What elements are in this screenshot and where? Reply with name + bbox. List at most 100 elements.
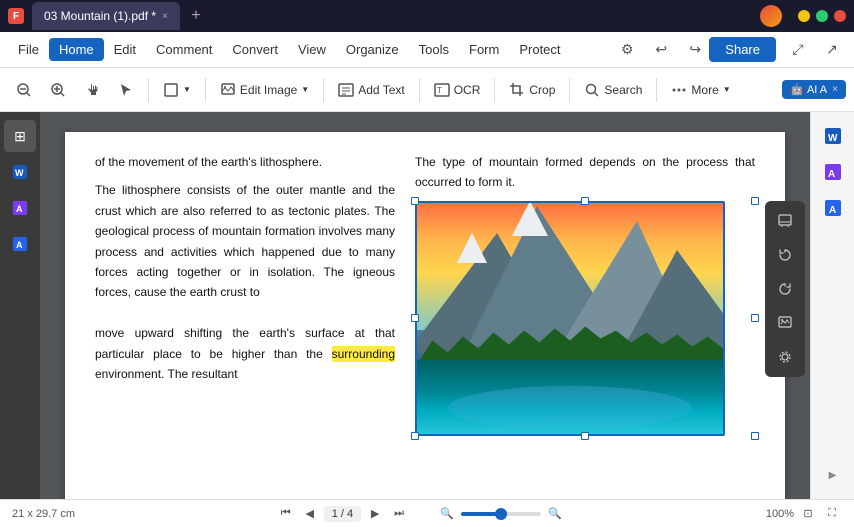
handle-top-left[interactable] — [411, 197, 419, 205]
main-area: ⊞ W A A of the movemen — [0, 112, 854, 499]
img-tool-rotate-ccw[interactable] — [769, 239, 801, 271]
sidebar-icon-ai1[interactable]: A — [4, 192, 36, 224]
menu-action-icons: ⚙ ↩ ↪ — [613, 36, 709, 64]
active-tab[interactable]: 03 Mountain (1).pdf * × — [32, 2, 180, 30]
img-tool-replace[interactable] — [769, 307, 801, 339]
pdf-image-container[interactable] — [415, 201, 755, 436]
add-text-button[interactable]: Add Text — [330, 77, 412, 103]
menu-tab-comment[interactable]: Comment — [146, 38, 222, 61]
menu-icon-redo[interactable]: ↪ — [681, 36, 709, 64]
more-dropdown-icon: ▼ — [723, 85, 731, 94]
img-tool-edit[interactable] — [769, 205, 801, 237]
search-button[interactable]: Search — [576, 77, 650, 103]
close-icon[interactable]: × — [162, 11, 168, 22]
sidebar-icon-ai2[interactable]: A — [4, 228, 36, 260]
page-next-button[interactable]: ▶ — [365, 504, 385, 524]
settings-icon — [778, 350, 792, 364]
handle-bottom-right[interactable] — [751, 432, 759, 440]
pdf-text-left: of the movement of the earth's lithosphe… — [95, 152, 395, 499]
pdf-viewer[interactable]: of the movement of the earth's lithosphe… — [40, 112, 810, 499]
handle-top-mid[interactable] — [581, 197, 589, 205]
ai-label: AI A — [807, 84, 827, 96]
sidebar-icon-word[interactable]: W — [4, 156, 36, 188]
menu-tab-organize[interactable]: Organize — [336, 38, 409, 61]
crop-label: Crop — [529, 83, 555, 97]
pdf-text-bottom: move upward shifting the earth's surface… — [95, 323, 395, 384]
menu-icon-extra2[interactable]: ↗ — [818, 36, 846, 64]
handle-bottom-left[interactable] — [411, 432, 419, 440]
page-prev-button[interactable]: ◀ — [300, 504, 320, 524]
menu-icon-extra1[interactable]: ⤢ — [784, 36, 812, 64]
titlebar: F 03 Mountain (1).pdf * × + — [0, 0, 854, 32]
edit-image-button[interactable]: Edit Image ▼ — [212, 77, 317, 103]
edit-icon — [778, 214, 792, 228]
menu-tab-protect[interactable]: Protect — [509, 38, 570, 61]
menu-tab-edit[interactable]: Edit — [104, 38, 146, 61]
window-close-button[interactable] — [834, 10, 846, 22]
menu-tab-form[interactable]: Form — [459, 38, 509, 61]
page-first-button[interactable]: ⏮ — [276, 504, 296, 524]
crop-button[interactable]: Crop — [501, 77, 563, 103]
svg-text:A: A — [829, 205, 836, 216]
search-icon — [584, 82, 600, 98]
toolbar-divider-6 — [569, 78, 570, 102]
fit-page-button[interactable]: ⊡ — [798, 504, 818, 524]
lake — [417, 360, 723, 434]
pdf-mountain-image[interactable] — [415, 201, 725, 436]
ai-assistant-button[interactable]: 🤖 AI A × — [782, 80, 846, 99]
maximize-button[interactable] — [816, 10, 828, 22]
window-controls — [760, 5, 846, 27]
page-indicator: 1 / 4 — [324, 506, 361, 522]
ocr-button[interactable]: T OCR — [426, 77, 489, 103]
right-panel-ai2[interactable]: A — [817, 192, 849, 224]
zoom-in-button[interactable] — [42, 77, 74, 103]
minimize-button[interactable] — [798, 10, 810, 22]
shape-tool-button[interactable]: ▼ — [155, 77, 199, 103]
select-icon — [118, 82, 134, 98]
img-tool-rotate-cw[interactable] — [769, 273, 801, 305]
handle-mid-left[interactable] — [411, 314, 419, 322]
svg-text:A: A — [16, 240, 23, 250]
profile-avatar[interactable] — [760, 5, 782, 27]
zoom-thumb[interactable] — [495, 508, 507, 520]
zoom-in-icon — [50, 82, 66, 98]
menu-tab-home[interactable]: Home — [49, 38, 104, 61]
menu-icon-undo[interactable]: ↩ — [647, 36, 675, 64]
pdf-text-body: The lithosphere consists of the outer ma… — [95, 180, 395, 302]
zoom-out-status-button[interactable]: 🔍 — [437, 504, 457, 524]
zoom-in-status-button[interactable]: 🔍 — [545, 504, 565, 524]
app-icon: F — [8, 8, 24, 24]
zoom-slider[interactable] — [461, 512, 541, 516]
menu-file[interactable]: File — [8, 38, 49, 61]
handle-mid-right[interactable] — [751, 314, 759, 322]
menubar: File Home Edit Comment Convert View Orga… — [0, 32, 854, 68]
menu-tab-convert[interactable]: Convert — [222, 38, 288, 61]
menu-tab-tools[interactable]: Tools — [409, 38, 459, 61]
left-sidebar: ⊞ W A A — [0, 112, 40, 499]
add-text-label: Add Text — [358, 83, 404, 97]
ai-close-icon[interactable]: × — [832, 84, 838, 95]
menu-tab-view[interactable]: View — [288, 38, 336, 61]
handle-bottom-mid[interactable] — [581, 432, 589, 440]
hand-tool-button[interactable] — [76, 77, 108, 103]
right-panel-expand[interactable]: ▶ — [817, 459, 849, 491]
rotate-ccw-icon — [778, 248, 792, 262]
svg-text:T: T — [437, 86, 442, 95]
right-panel-word[interactable]: W — [817, 120, 849, 152]
image-toolbar — [765, 201, 805, 377]
page-last-button[interactable]: ⏭ — [389, 504, 409, 524]
menu-icon-settings[interactable]: ⚙ — [613, 36, 641, 64]
select-tool-button[interactable] — [110, 77, 142, 103]
fullscreen-button[interactable]: ⛶ — [822, 504, 842, 524]
sidebar-icon-home[interactable]: ⊞ — [4, 120, 36, 152]
right-panel-ai1[interactable]: A — [817, 156, 849, 188]
word-icon: W — [11, 163, 29, 181]
share-button[interactable]: Share — [709, 37, 776, 62]
more-button[interactable]: More ▼ — [663, 77, 738, 103]
right-panel: W A A ▶ — [810, 112, 854, 499]
zoom-out-button[interactable] — [8, 77, 40, 103]
edit-image-dropdown: ▼ — [301, 85, 309, 94]
new-tab-button[interactable]: + — [184, 4, 208, 28]
handle-top-right[interactable] — [751, 197, 759, 205]
img-tool-settings[interactable] — [769, 341, 801, 373]
